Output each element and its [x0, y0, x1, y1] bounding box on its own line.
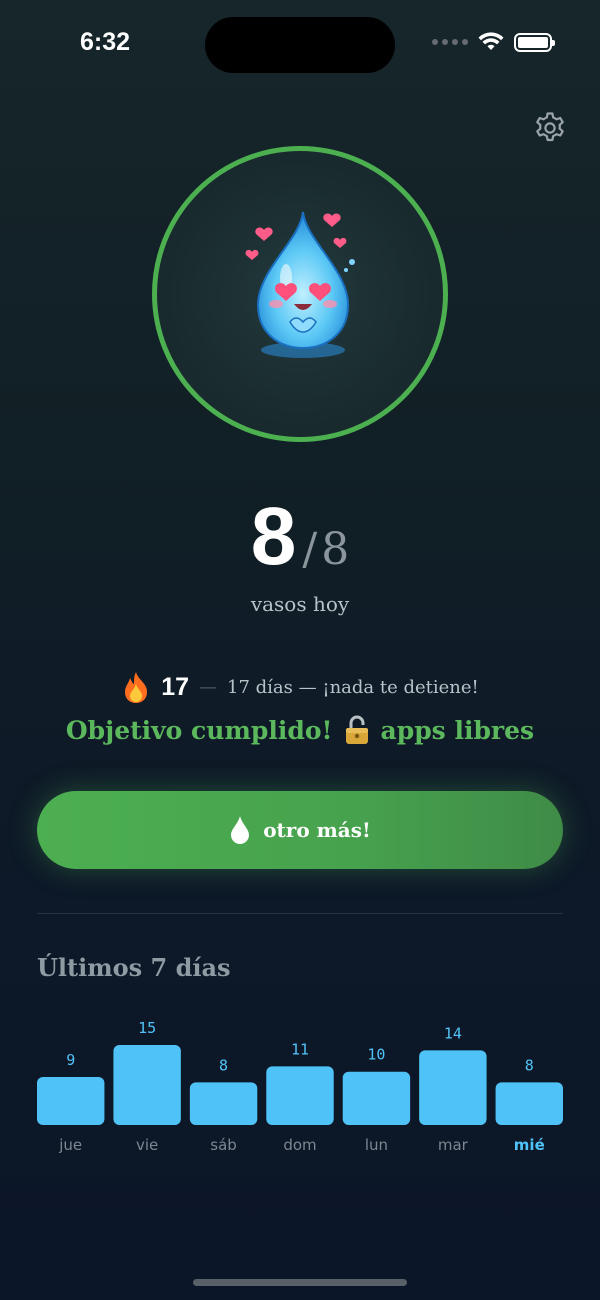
intake-caption: vasos hoy: [250, 592, 350, 616]
glasses-goal-wrap: /8: [302, 524, 349, 575]
status-icons: [432, 32, 555, 52]
history-day-label: mar: [438, 1136, 469, 1154]
history-day-label: mié: [514, 1136, 545, 1154]
history-bar-dom: [266, 1066, 334, 1125]
history-bar-mié: [495, 1082, 563, 1125]
history-bar-sáb: [189, 1082, 258, 1125]
gear-icon[interactable]: [532, 110, 568, 146]
add-glass-label: otro más!: [263, 818, 371, 842]
glasses-count: 8: [250, 491, 297, 582]
history-bar-value: 14: [444, 1024, 462, 1042]
history-day-label: sáb: [210, 1136, 237, 1154]
history-bar-value: 10: [367, 1046, 385, 1064]
battery-icon: [514, 32, 555, 52]
status-bar: 6:32: [0, 0, 600, 90]
history-title: Últimos 7 días: [37, 953, 231, 982]
history-day-label: dom: [283, 1136, 316, 1154]
history-day-label: vie: [136, 1136, 158, 1154]
streak-row: 17 — 17 días — ¡nada te detiene!: [0, 670, 600, 704]
water-drop-icon: [231, 816, 250, 844]
history-bar-value: 8: [219, 1056, 228, 1074]
fire-icon: [125, 672, 148, 703]
goal-status: Objetivo cumplido! apps libres: [0, 714, 600, 746]
glasses-goal: 8: [321, 524, 350, 575]
history-bar-value: 15: [138, 1019, 156, 1037]
add-glass-button[interactable]: otro más!: [37, 791, 563, 869]
streak-count: 17: [161, 672, 190, 701]
history-bar-value: 9: [66, 1051, 75, 1069]
streak-message: 17 días — ¡nada te detiene!: [227, 676, 479, 698]
dynamic-island: [205, 17, 395, 73]
section-divider: [37, 913, 563, 914]
history-bar-mar: [419, 1050, 487, 1125]
lock-icon: [345, 715, 368, 744]
goal-status-apps: apps libres: [380, 715, 535, 745]
intake-counter: 8 /8: [0, 490, 600, 584]
goal-status-text: Objetivo cumplido!: [65, 715, 333, 745]
history-bar-value: 11: [291, 1040, 309, 1058]
history-bar-vie: [113, 1045, 181, 1125]
streak-separator: —: [199, 676, 218, 698]
history-bar-value: 8: [525, 1056, 534, 1074]
signal-icon: [432, 39, 468, 45]
history-bar-lun: [342, 1071, 411, 1125]
goal-separator: /: [302, 524, 318, 575]
water-drop-mascot: [245, 211, 355, 358]
history-bar-jue: [37, 1077, 105, 1125]
history-day-label: jue: [58, 1136, 82, 1154]
wifi-icon: [478, 32, 504, 50]
history-day-label: lun: [365, 1136, 388, 1154]
status-time: 6:32: [80, 28, 131, 56]
home-indicator[interactable]: [193, 1279, 407, 1286]
